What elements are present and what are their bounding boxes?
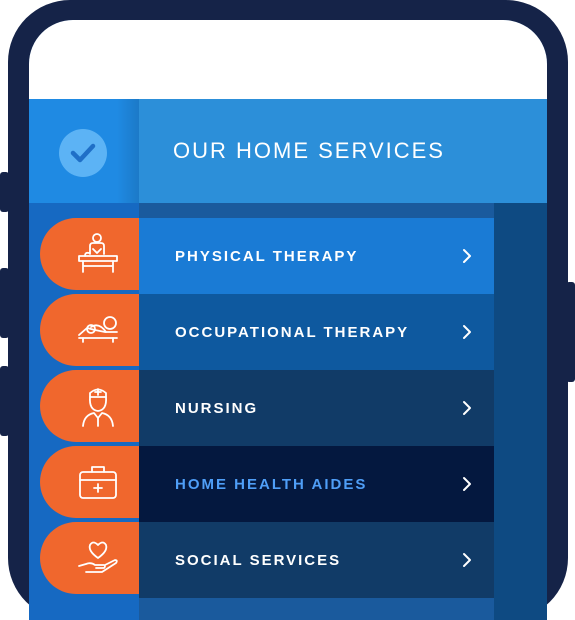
header-title-panel: OUR HOME SERVICES bbox=[139, 99, 547, 203]
service-label-panel: NURSING bbox=[139, 370, 494, 446]
header-divider-shadow bbox=[117, 99, 139, 203]
chevron-right-icon bbox=[463, 325, 471, 339]
status-bar-area bbox=[29, 20, 547, 99]
service-label: NURSING bbox=[175, 399, 259, 417]
chevron-right-icon bbox=[463, 401, 471, 415]
service-icon-badge bbox=[40, 294, 150, 366]
massage-table-icon bbox=[78, 233, 118, 273]
service-item-occupational-therapy[interactable]: OCCUPATIONAL THERAPY bbox=[40, 294, 494, 370]
phone-screen: OUR HOME SERVICES PHYSICAL THERAPY OCCUP… bbox=[29, 20, 547, 620]
service-icon-badge bbox=[40, 218, 150, 290]
service-label-panel: OCCUPATIONAL THERAPY bbox=[139, 294, 494, 370]
right-shadow-strip bbox=[494, 203, 547, 620]
page-title: OUR HOME SERVICES bbox=[173, 138, 445, 163]
check-circle-icon bbox=[59, 129, 107, 177]
service-icon-badge bbox=[40, 370, 150, 442]
service-label: HOME HEALTH AIDES bbox=[175, 475, 368, 493]
heart-hand-icon bbox=[78, 541, 118, 573]
service-item-physical-therapy[interactable]: PHYSICAL THERAPY bbox=[40, 218, 494, 294]
medical-kit-icon bbox=[79, 466, 117, 499]
chevron-right-icon bbox=[463, 553, 471, 567]
service-item-home-health-aides[interactable]: HOME HEALTH AIDES bbox=[40, 446, 494, 522]
chevron-right-icon bbox=[463, 249, 471, 263]
service-label-panel: PHYSICAL THERAPY bbox=[139, 218, 494, 294]
reclining-patient-icon bbox=[78, 316, 118, 343]
service-label-panel: HOME HEALTH AIDES bbox=[139, 446, 494, 522]
service-label-panel: SOCIAL SERVICES bbox=[139, 522, 494, 598]
service-icon-badge bbox=[40, 522, 150, 594]
nurse-icon bbox=[82, 388, 114, 427]
service-label: OCCUPATIONAL THERAPY bbox=[175, 323, 410, 341]
service-icon-badge bbox=[40, 446, 150, 518]
service-label: SOCIAL SERVICES bbox=[175, 551, 342, 569]
chevron-right-icon bbox=[463, 477, 471, 491]
service-item-social-services[interactable]: SOCIAL SERVICES bbox=[40, 522, 494, 598]
service-item-nursing[interactable]: NURSING bbox=[40, 370, 494, 446]
service-label: PHYSICAL THERAPY bbox=[175, 247, 359, 265]
